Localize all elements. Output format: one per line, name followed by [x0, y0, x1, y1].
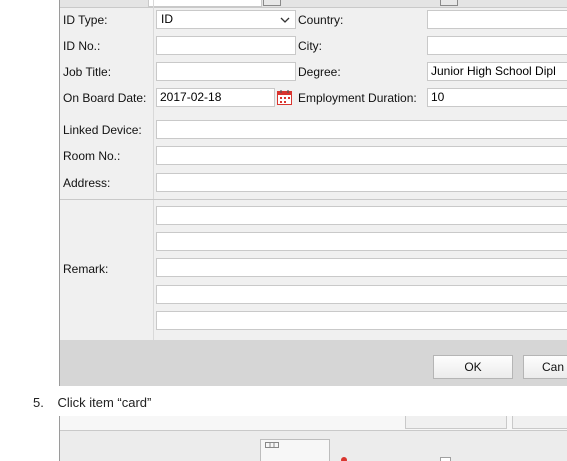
linked-device-label: Linked Device: — [63, 123, 142, 137]
remark-line-4[interactable] — [156, 285, 567, 304]
room-no-label: Room No.: — [63, 149, 121, 163]
room-no-field[interactable] — [156, 146, 567, 165]
employment-duration-label: Employment Duration: — [298, 91, 417, 105]
grid-icon — [265, 442, 279, 448]
row-id-type: ID Type: ID Country: — [60, 7, 567, 33]
country-field[interactable] — [427, 10, 567, 29]
cancel-button[interactable]: Can — [523, 355, 567, 379]
city-label: City: — [298, 39, 322, 53]
row-on-board-date: On Board Date: 2017-02-18 Employment Dur… — [60, 85, 567, 111]
person-info-form: ID Type: ID Country: ID No.: City: Job T… — [60, 0, 567, 340]
cut-icon — [263, 0, 281, 6]
id-type-value: ID — [161, 12, 173, 26]
shot2-top-strip — [60, 416, 567, 431]
remark-label: Remark: — [63, 262, 109, 276]
address-label: Address: — [63, 176, 111, 190]
cut-field — [148, 0, 262, 7]
remark-section: Remark: — [60, 200, 567, 340]
linked-device-field[interactable] — [156, 120, 567, 139]
cut-field — [440, 0, 458, 6]
row-linked-device: Linked Device: — [60, 117, 567, 143]
shot2-button-1[interactable] — [405, 416, 507, 429]
id-type-select[interactable]: ID — [156, 10, 296, 29]
remark-column-divider — [153, 200, 154, 340]
remark-line-2[interactable] — [156, 232, 567, 251]
remark-line-5[interactable] — [156, 311, 567, 330]
step-number: 5. — [33, 395, 44, 410]
remark-line-1[interactable] — [156, 206, 567, 225]
job-title-label: Job Title: — [63, 65, 112, 79]
on-board-date-label: On Board Date: — [63, 91, 147, 105]
row-id-no: ID No.: City: — [60, 33, 567, 59]
employment-duration-field[interactable]: 10 — [427, 88, 567, 107]
id-no-label: ID No.: — [63, 39, 101, 53]
shot2-toolbar — [60, 431, 567, 461]
degree-label: Degree: — [298, 65, 341, 79]
id-no-field[interactable] — [156, 36, 296, 55]
remark-line-3[interactable] — [156, 258, 567, 277]
degree-select[interactable]: Junior High School Dipl — [427, 62, 567, 81]
chevron-down-icon[interactable] — [280, 17, 290, 24]
calendar-icon[interactable] — [277, 90, 292, 105]
second-screenshot — [59, 416, 567, 461]
id-type-label: ID Type: — [63, 13, 108, 27]
dialog-footer: OK Can — [60, 340, 567, 386]
country-label: Country: — [298, 13, 344, 27]
city-field[interactable] — [427, 36, 567, 55]
row-job-title: Job Title: Degree: Junior High School Di… — [60, 59, 567, 85]
shot2-button-2[interactable] — [512, 416, 567, 429]
address-field[interactable] — [156, 173, 567, 192]
step-text: Click item “card” — [57, 395, 152, 410]
row-address: Address: — [60, 170, 567, 196]
job-title-field[interactable] — [156, 62, 296, 81]
red-dot-icon — [341, 457, 347, 461]
person-info-dialog: ID Type: ID Country: ID No.: City: Job T… — [59, 0, 567, 386]
ok-button[interactable]: OK — [433, 355, 513, 379]
instruction-step: 5. Click item “card” — [33, 395, 151, 410]
row-room-no: Room No.: — [60, 143, 567, 169]
on-board-date-field[interactable]: 2017-02-18 — [156, 88, 275, 107]
small-checkbox[interactable] — [440, 457, 451, 461]
shot2-field[interactable] — [260, 439, 330, 461]
